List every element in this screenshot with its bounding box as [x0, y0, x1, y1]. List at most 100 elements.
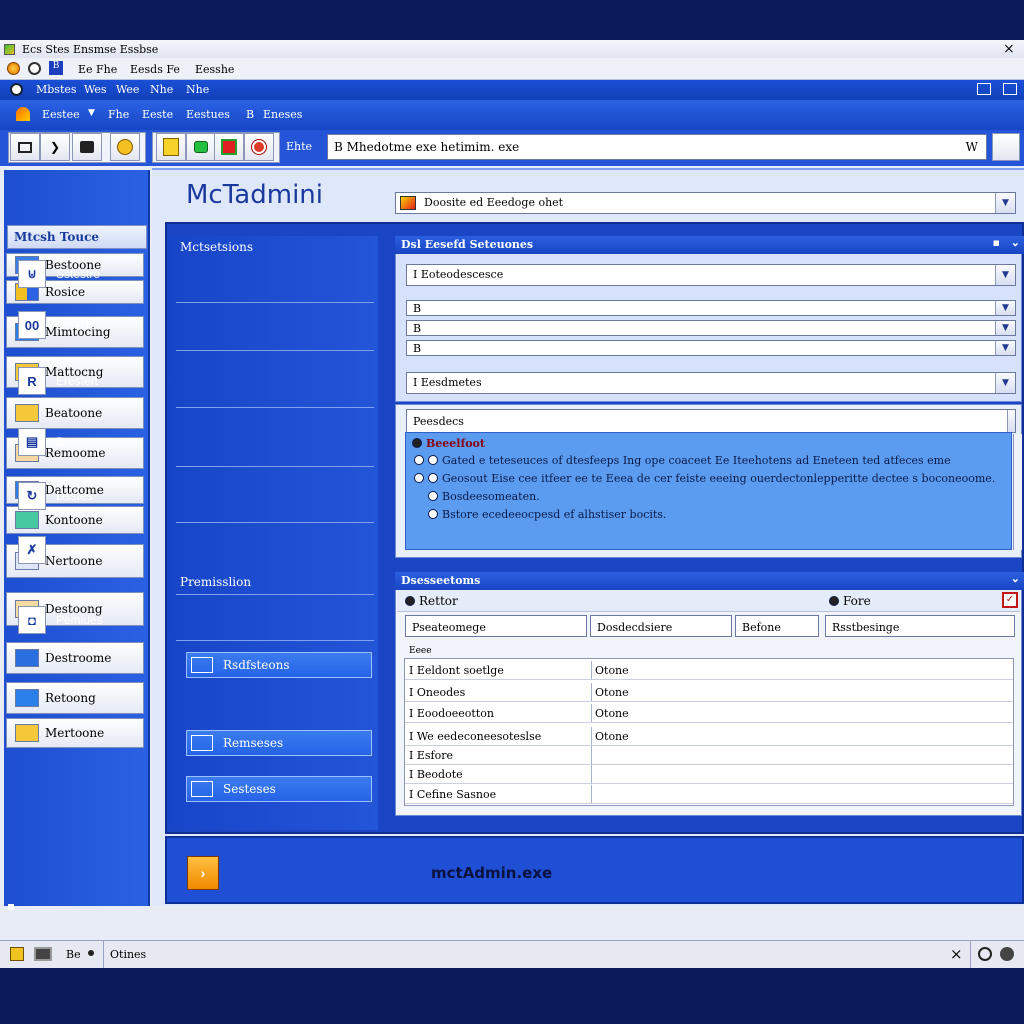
- nav-row-1[interactable]: 00 Lesed: [8, 311, 208, 339]
- stack-icon[interactable]: [72, 133, 102, 161]
- sidebar-item-12[interactable]: Mertoone: [6, 718, 144, 748]
- info-scrollbar[interactable]: [1013, 434, 1022, 550]
- minimize-icon[interactable]: ▪: [993, 236, 1000, 249]
- cursor-icon[interactable]: ❯: [40, 133, 70, 161]
- radio-icon: [428, 455, 438, 465]
- flag-icon[interactable]: [214, 133, 244, 161]
- chevron-down-icon[interactable]: ▼: [995, 321, 1015, 335]
- nav-section-title: Mctsetsions: [180, 240, 254, 254]
- link-icon: 00: [18, 311, 46, 339]
- column-b[interactable]: Fore: [829, 594, 871, 608]
- menu-item-1[interactable]: Eesds Fe: [130, 63, 180, 76]
- nav-row-3[interactable]: ▤ B: [8, 428, 208, 456]
- nav-row-5[interactable]: ✗ Sostset: [8, 536, 208, 564]
- maximize-icon[interactable]: [1003, 83, 1017, 95]
- restore-icon[interactable]: [977, 83, 991, 95]
- settings-combo-small-1[interactable]: B ▼: [406, 320, 1016, 336]
- field-2[interactable]: Befone: [735, 615, 819, 637]
- description-combo[interactable]: Peesdecs: [406, 409, 1016, 433]
- table-row[interactable]: I Cefine Sasnoe: [405, 785, 1013, 804]
- chevron-down-icon[interactable]: ▼: [995, 265, 1015, 285]
- check-icon[interactable]: ✓: [1002, 592, 1018, 608]
- globe-icon[interactable]: [10, 83, 23, 96]
- settings-combo-small-2[interactable]: B ▼: [406, 340, 1016, 356]
- status-bar: Be Otines ×: [0, 940, 1024, 968]
- record-icon[interactable]: [28, 62, 41, 75]
- nav-item-1[interactable]: Fhe: [108, 108, 129, 121]
- address-input[interactable]: B Mhedotme exe hetimim. exe W: [327, 134, 987, 160]
- window-title: Ecs Stes Ensmse Essbse: [22, 43, 159, 56]
- smiley-icon[interactable]: [110, 133, 140, 161]
- nav-row-2[interactable]: R Erestert: [8, 367, 208, 395]
- chevron-down-icon[interactable]: ▼: [995, 341, 1015, 355]
- nav-item-0[interactable]: Eestee: [42, 108, 80, 121]
- info-line-0[interactable]: Gated e teteseuces of dtesfeeps Ing ope …: [414, 454, 951, 467]
- sidebar-item-4[interactable]: Beatoone: [6, 397, 144, 429]
- chevron-down-icon[interactable]: ▼: [995, 373, 1015, 393]
- table-row[interactable]: I Oneodes Otone: [405, 683, 1013, 702]
- field-1[interactable]: Dosdecdsiere: [590, 615, 732, 637]
- chevron-down-icon[interactable]: [1007, 410, 1015, 432]
- radio-icon: [405, 596, 415, 606]
- sidebar-scroll-handle[interactable]: [8, 904, 14, 910]
- nav-row-0[interactable]: ⊍ Sstestre: [8, 260, 208, 288]
- collapse-icon[interactable]: ⌄: [1011, 572, 1020, 585]
- nav-separator: [176, 466, 374, 467]
- table-row[interactable]: I Esfore: [405, 746, 1013, 765]
- close-icon[interactable]: ×: [950, 945, 963, 963]
- column-a[interactable]: Rettor: [405, 594, 458, 608]
- notes-icon[interactable]: [156, 133, 186, 161]
- nav-item-3[interactable]: Eestues: [186, 108, 230, 121]
- stop-icon[interactable]: [244, 133, 274, 161]
- sidebar-item-10[interactable]: Destroome: [6, 642, 144, 674]
- chevron-down-icon[interactable]: ▼: [995, 193, 1015, 213]
- orange-circle-icon[interactable]: [7, 62, 20, 75]
- home-icon[interactable]: [16, 107, 30, 121]
- nav-row-6[interactable]: ◘ Pemiues: [8, 606, 208, 634]
- table-row[interactable]: I We eedeconeesoteslse Otone: [405, 727, 1013, 746]
- field-0[interactable]: Pseateomege: [405, 615, 587, 637]
- table-row[interactable]: I Eeldont soetlge Otone: [405, 661, 1013, 680]
- band-item-3[interactable]: Nhe: [150, 83, 173, 96]
- blue-square-icon[interactable]: B: [49, 61, 63, 75]
- chevron-down-icon[interactable]: ▼: [995, 301, 1015, 315]
- band-item-0[interactable]: Mbstes: [36, 83, 77, 96]
- band-item-4[interactable]: Nhe: [186, 83, 209, 96]
- nav-button-2[interactable]: Sesteses: [186, 776, 372, 802]
- nav-row-4[interactable]: ↻ Dsstes: [8, 482, 208, 510]
- nav-button-1[interactable]: Remseses: [186, 730, 372, 756]
- permission-icon: ◘: [18, 606, 46, 634]
- settings-combo-1[interactable]: I Eoteodescesce ▼: [406, 264, 1016, 286]
- status-window-icon[interactable]: [34, 947, 52, 961]
- info-line-1[interactable]: Geosout Eise cee itfeer ee te Eeea de ce…: [414, 472, 995, 485]
- band-item-2[interactable]: Wee: [116, 83, 139, 96]
- go-button[interactable]: [992, 133, 1020, 161]
- chevron-down-icon[interactable]: ▼: [88, 108, 95, 118]
- menu-item-2[interactable]: Eesshe: [195, 63, 234, 76]
- close-icon[interactable]: ×: [1003, 41, 1015, 57]
- nav-item-2[interactable]: Eeste: [142, 108, 173, 121]
- run-icon[interactable]: ›: [187, 856, 219, 890]
- settings-combo-small-0[interactable]: B ▼: [406, 300, 1016, 316]
- top-combo[interactable]: Doosite ed Eeedoge ohet ▼: [395, 192, 1016, 214]
- field-3[interactable]: Rsstbesinge: [825, 615, 1015, 637]
- nav-item-4[interactable]: Eneses: [263, 108, 302, 121]
- document-icon[interactable]: [10, 133, 40, 161]
- status-globe-icon[interactable]: [1000, 947, 1014, 961]
- table-row[interactable]: I Eoodoeeotton Otone: [405, 704, 1013, 723]
- nav-button-0[interactable]: Rsdfsteons: [186, 652, 372, 678]
- status-power-icon[interactable]: [978, 947, 992, 961]
- sidebar-item-11[interactable]: Retoong: [6, 682, 144, 714]
- info-line-2[interactable]: Bosdeesomeaten.: [428, 490, 540, 503]
- green-status-icon[interactable]: [186, 133, 216, 161]
- status-folder-icon[interactable]: [10, 947, 24, 961]
- settings-combo-2[interactable]: I Eesdmetes ▼: [406, 372, 1016, 394]
- table-row[interactable]: I Beodote: [405, 765, 1013, 784]
- menu-item-0[interactable]: Ee Fhe: [78, 63, 117, 76]
- band-item-1[interactable]: Wes: [84, 83, 107, 96]
- collapse-icon[interactable]: ⌄: [1011, 236, 1020, 249]
- info-line-3[interactable]: Bstore ecedeeocpesd ef alhstiser bocits.: [428, 508, 666, 521]
- radio-icon: [428, 509, 438, 519]
- sidebar-item-7[interactable]: Kontoone: [6, 506, 144, 534]
- nav-section2-title: Premisslion: [180, 575, 252, 589]
